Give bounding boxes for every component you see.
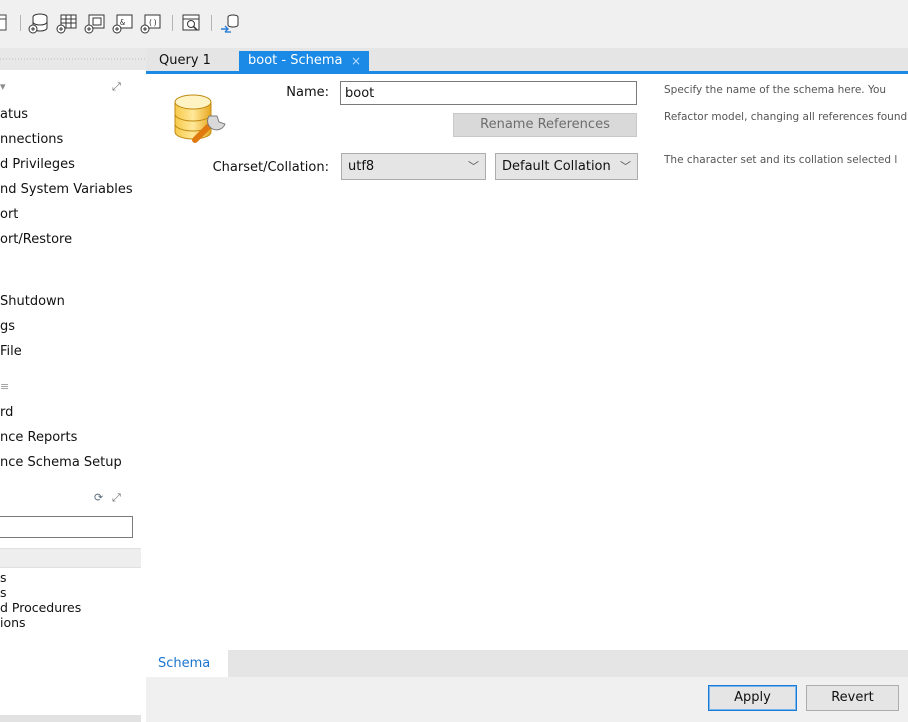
apply-button[interactable]: Apply xyxy=(708,685,797,711)
action-footer: Apply Revert xyxy=(146,677,908,722)
tab-bar: Query 1 boot - Schema × xyxy=(146,48,908,71)
sidebar-bottom-strip xyxy=(0,715,141,722)
schema-name-input[interactable] xyxy=(340,81,637,105)
tab-schema[interactable]: Schema xyxy=(146,650,228,677)
collation-select[interactable]: Default Collation ﹀ xyxy=(495,153,638,180)
new-sql-tab-icon[interactable] xyxy=(0,12,10,34)
sidebar-item[interactable]: s xyxy=(0,570,7,585)
tab-boot-schema[interactable]: boot - Schema × xyxy=(239,51,369,71)
expand-icon[interactable]: ⤢ xyxy=(112,80,121,94)
refresh-icon[interactable]: ⟳ xyxy=(94,491,103,504)
create-view-icon[interactable] xyxy=(84,12,106,34)
sidebar-item[interactable]: File xyxy=(0,344,22,359)
chevron-down-icon: ﹀ xyxy=(468,160,479,173)
rename-references-button[interactable]: Rename References xyxy=(453,113,637,137)
reconnect-icon[interactable] xyxy=(219,12,241,34)
sidebar-item[interactable]: ions xyxy=(0,615,26,630)
close-tab-icon[interactable]: × xyxy=(351,51,361,71)
create-procedure-icon[interactable]: & xyxy=(112,12,134,34)
navigator-header xyxy=(0,48,146,70)
sidebar-item[interactable]: nce Schema Setup xyxy=(0,455,122,470)
schema-filter-input[interactable] xyxy=(0,516,133,538)
sidebar-item[interactable]: ort/Restore xyxy=(0,232,72,247)
search-table-data-icon[interactable] xyxy=(181,12,203,34)
sidebar-item[interactable]: ort xyxy=(0,207,18,222)
chevron-down-icon: ﹀ xyxy=(620,160,631,173)
expand-schemas-icon[interactable]: ⤢ xyxy=(112,491,121,505)
sidebar-item[interactable]: nnections xyxy=(0,132,63,147)
help-charset-text: The character set and its collation sele… xyxy=(664,154,898,166)
help-rename-text: Refactor model, changing all references … xyxy=(664,111,908,123)
name-label: Name: xyxy=(286,85,329,100)
editor-area: Query 1 boot - Schema × Name: Rename Ref… xyxy=(146,48,908,722)
active-tab-underline xyxy=(146,71,908,74)
management-section-marker: ▾ xyxy=(0,80,6,93)
revert-button[interactable]: Revert xyxy=(806,685,899,711)
sidebar-item[interactable]: rd xyxy=(0,405,13,420)
editor-bottom-tabs: Schema xyxy=(146,650,908,677)
create-function-icon[interactable]: () xyxy=(140,12,162,34)
performance-section-marker: ≡ xyxy=(0,380,10,393)
collation-select-value: Default Collation xyxy=(502,159,611,174)
main-toolbar: & () xyxy=(0,0,908,49)
sidebar-item[interactable]: gs xyxy=(0,319,15,334)
create-schema-icon[interactable] xyxy=(28,12,50,34)
sidebar-item[interactable]: Shutdown xyxy=(0,294,65,309)
sidebar-item[interactable]: s xyxy=(0,585,7,600)
sidebar-item[interactable]: nd System Variables xyxy=(0,182,133,197)
charset-select[interactable]: utf8 ﹀ xyxy=(341,153,486,180)
tab-query-1-label: Query 1 xyxy=(159,53,211,68)
tab-boot-schema-label: boot - Schema xyxy=(248,53,343,68)
sidebar-item[interactable]: atus xyxy=(0,107,28,122)
svg-text:&: & xyxy=(120,18,125,27)
tab-query-1[interactable]: Query 1 xyxy=(150,51,236,71)
sidebar-item[interactable]: d Privileges xyxy=(0,157,75,172)
svg-text:(): () xyxy=(148,18,158,27)
charset-collation-label: Charset/Collation: xyxy=(212,160,329,175)
charset-select-value: utf8 xyxy=(348,159,375,174)
sidebar-item[interactable]: d Procedures xyxy=(0,600,81,615)
create-table-icon[interactable] xyxy=(56,12,78,34)
schema-tree-header xyxy=(0,548,141,568)
navigator-sidebar: ▾ ⤢ atus nnections d Privileges nd System V… xyxy=(0,48,146,722)
help-name-text: Specify the name of the schema here. You xyxy=(664,84,887,96)
schema-database-icon xyxy=(171,94,231,146)
sidebar-item[interactable]: nce Reports xyxy=(0,430,77,445)
